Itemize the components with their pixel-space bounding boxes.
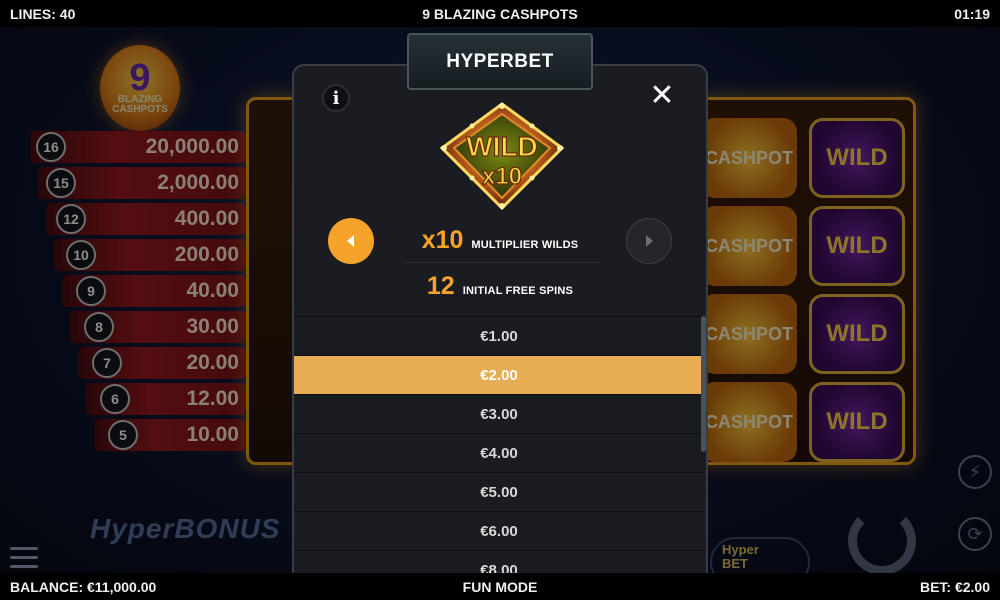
badge-wild-text: WILD [466, 131, 538, 162]
bet-option[interactable]: €1.00 [294, 316, 704, 355]
clock: 01:19 [954, 5, 990, 22]
mode-label: FUN MODE [462, 578, 538, 595]
badge-x10-text: x10 [482, 163, 522, 190]
wild-x10-badge: WILD x10 [439, 102, 565, 211]
bet-option[interactable]: €3.00 [294, 394, 704, 433]
bottom-bar: BALANCE: €11,000.00 FUN MODE BET: €2.00 [0, 573, 1000, 600]
free-spins-value: 12 [426, 272, 455, 300]
divider [404, 262, 600, 263]
bet-option[interactable]: €5.00 [294, 472, 704, 511]
multiplier-label: MULTIPLIER WILDS [471, 239, 579, 251]
bet-options-list: €1.00 €2.00 €3.00 €4.00 €5.00 €6.00 €8.0… [294, 316, 704, 573]
free-spins-info: 12 INITIAL FREE SPINS [294, 272, 706, 301]
hyperbet-tab: HYPERBET [407, 33, 593, 90]
bet-option[interactable]: €4.00 [294, 433, 704, 472]
hyperbet-modal: i ✕ WILD x10 x10 MULTIPLIER WILDS 12 INI… [292, 64, 708, 573]
bet-label: BET: €2.00 [919, 578, 990, 595]
info-button[interactable]: i [322, 84, 350, 112]
bet-option[interactable]: €6.00 [294, 511, 704, 550]
free-spins-label: INITIAL FREE SPINS [462, 285, 574, 297]
game-title: 9 BLAZING CASHPOTS [422, 5, 578, 22]
bet-option[interactable]: €8.00 [294, 550, 704, 573]
top-bar: LINES: 40 9 BLAZING CASHPOTS 01:19 [0, 0, 1000, 27]
close-button[interactable]: ✕ [648, 81, 676, 111]
bet-option-selected[interactable]: €2.00 [294, 355, 704, 394]
multiplier-info: x10 MULTIPLIER WILDS [294, 226, 706, 255]
multiplier-value: x10 [421, 226, 464, 254]
bet-list-scrollbar[interactable] [701, 316, 706, 452]
